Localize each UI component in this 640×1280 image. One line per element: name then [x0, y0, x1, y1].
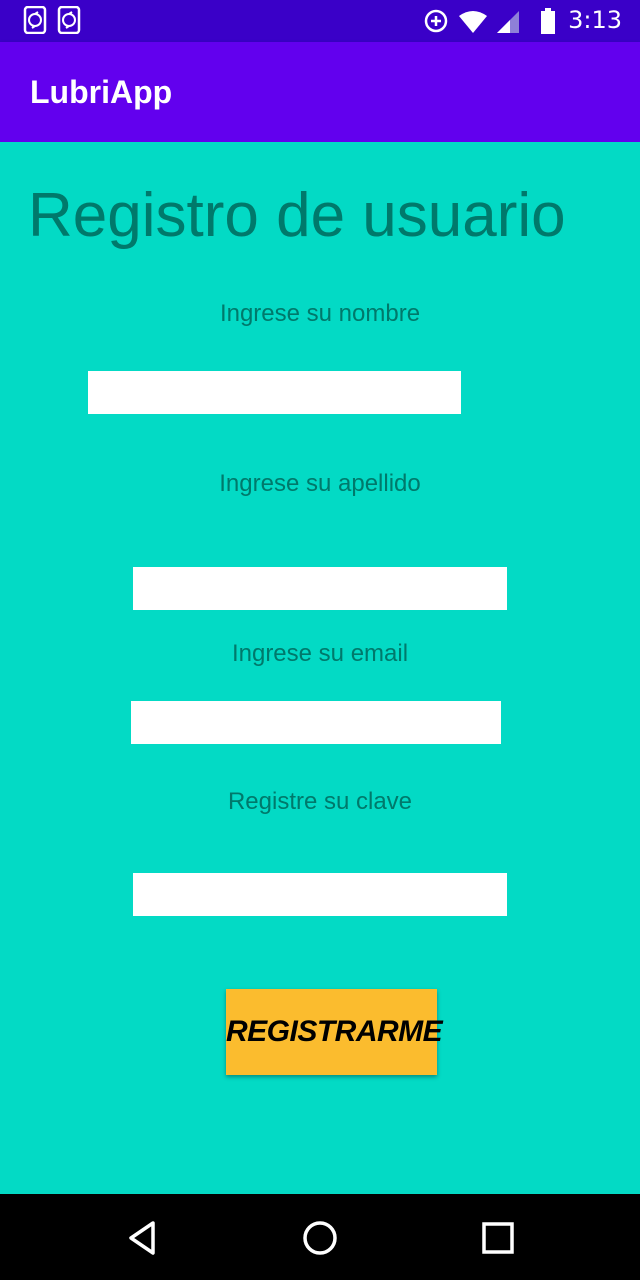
recents-icon[interactable] — [478, 1218, 518, 1258]
cell-signal-icon — [497, 11, 519, 33]
wifi-icon — [459, 11, 487, 33]
battery-icon — [541, 8, 555, 34]
email-input[interactable] — [131, 701, 501, 744]
register-button[interactable]: REGISTRARME — [226, 989, 443, 1075]
app-title: LubriApp — [30, 74, 173, 110]
password-input[interactable] — [133, 873, 507, 916]
data-saver-icon — [424, 9, 448, 33]
name-label: Ingrese su nombre — [219, 300, 421, 327]
phone-sync-icon — [23, 6, 47, 34]
page-title: Registro de usuario — [28, 181, 566, 250]
status-time: 3:13 — [568, 6, 622, 34]
email-label: Ingrese su email — [231, 640, 409, 667]
lastname-label: Ingrese su apellido — [219, 470, 421, 497]
back-icon[interactable] — [123, 1218, 163, 1258]
home-icon[interactable] — [300, 1218, 340, 1258]
phone-sync-icon — [57, 6, 81, 34]
name-input[interactable] — [88, 371, 461, 414]
password-label: Registre su clave — [227, 788, 413, 815]
status-bar: 3:13 — [0, 0, 640, 42]
lastname-input[interactable] — [133, 567, 507, 610]
